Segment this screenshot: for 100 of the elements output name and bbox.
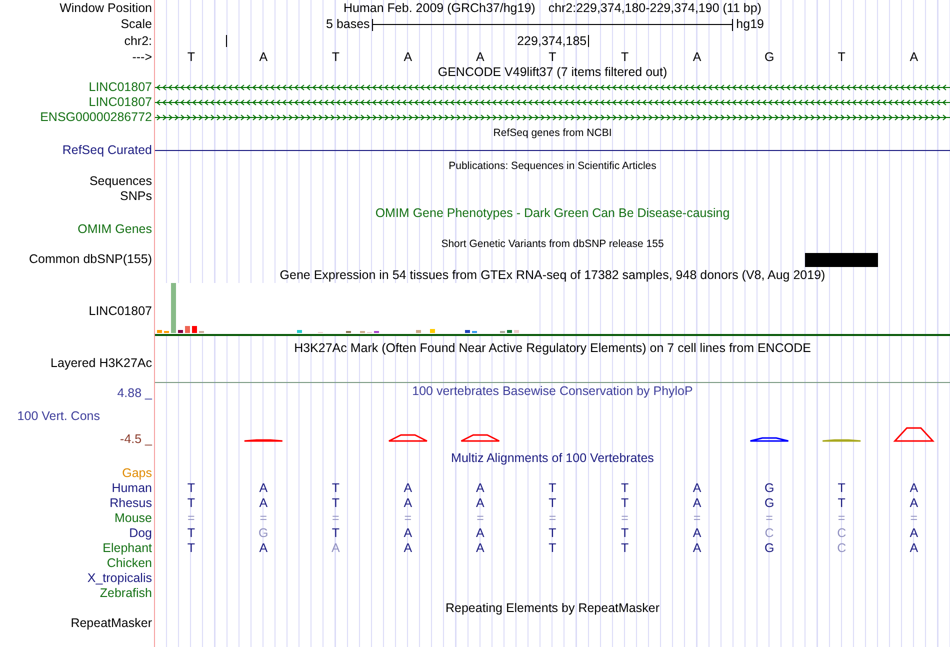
genomic-range: chr2:229,374,180-229,374,190 (11 bp) [548,0,762,16]
base-letter: T [186,50,196,64]
base-letter: = [186,511,196,526]
track-title: GENCODE V49lift37 (7 items filtered out) [438,65,668,80]
base-letter: A [402,481,414,496]
track-label[interactable]: RepeatMasker [70,616,152,631]
assembly-label: hg19 [735,17,765,32]
base-letter: A [908,481,920,496]
base-letter: T [620,481,630,496]
track-label[interactable]: Common dbSNP(155) [29,252,152,267]
species-label[interactable]: Mouse [114,511,152,526]
gene-label[interactable]: ENSG00000286772 [40,110,152,125]
base-letter: T [620,50,630,64]
species-label[interactable]: Elephant [102,541,152,556]
base-letter: A [402,526,414,541]
base-letter: T [620,496,630,511]
base-letter: T [548,481,558,496]
variant-bar[interactable] [805,252,878,266]
conservation-peak [750,437,790,442]
base-letter: = [331,511,340,526]
base-letter: A [402,50,414,64]
base-letter: T [330,496,340,511]
base-letter: A [475,496,486,511]
strand-label[interactable]: ---> [132,50,152,64]
base-letter: A [475,481,486,496]
track-title: Publications: Sequences in Scientific Articles [448,158,656,174]
track-title: OMIM Gene Phenotypes - Dark Green Can Be Disease-causing [375,206,730,221]
base-letter: T [186,526,196,541]
base-letter: T [836,50,846,64]
base-letter: A [908,50,920,64]
base-letter: = [403,511,413,526]
species-label[interactable]: X_tropicalis [87,571,152,586]
base-letter: A [258,50,269,64]
base-letter: A [402,541,414,556]
track-label[interactable]: 100 Vert. Cons [17,409,100,424]
gene-model[interactable] [155,100,950,106]
base-letter: = [764,511,774,526]
gene-model[interactable] [155,114,950,120]
base-letter: T [186,481,196,496]
base-letter: A [692,50,702,64]
track-label: Window Position [60,0,152,16]
base-letter: G [763,481,776,496]
expression-bar[interactable] [185,326,190,333]
tick-mark [226,35,228,47]
assembly-name: Human Feb. 2009 (GRCh37/hg19) [344,0,536,16]
gene-model[interactable] [155,84,950,90]
base-letter: = [258,511,268,526]
species-label[interactable]: Rhesus [110,496,152,511]
base-letter: T [836,496,846,511]
expression-bar[interactable] [507,330,512,333]
expression-bar[interactable] [171,283,176,333]
track-title: H3K27Ac Mark (Often Found Near Active Regulatory Elements) on 7 cell lines from ENCODE [294,341,811,356]
base-letter: T [186,496,196,511]
track-label[interactable]: OMIM Genes [78,222,152,236]
species-label[interactable]: Dog [129,526,152,541]
base-letter: T [620,541,630,556]
scale-length: 5 bases [325,17,371,32]
expression-bar[interactable] [514,330,519,333]
base-letter: = [476,511,485,526]
conservation-peak [460,434,500,442]
base-letter: C [764,526,775,541]
axis-min-label: -4.5 _ [120,432,152,447]
track-label[interactable]: Sequences [89,174,152,189]
track-title: Repeating Elements by RepeatMasker [445,601,660,616]
base-letter: A [258,541,269,556]
base-letter: A [908,541,920,556]
expression-bar[interactable] [178,330,183,333]
expression-bar[interactable] [192,326,197,333]
gene-label[interactable]: LINC01807 [88,304,152,318]
base-letter: = [548,511,558,526]
base-letter: A [692,526,702,541]
base-letter: = [620,511,630,526]
base-letter: T [548,50,558,64]
gene-label[interactable]: LINC01807 [88,80,152,95]
track-label[interactable]: Layered H3K27Ac [50,356,152,371]
track-title: 100 vertebrates Basewise Conservation by PhyloP [412,384,693,398]
track-label: chr2: [124,34,152,48]
track-label[interactable]: SNPs [120,189,152,204]
track-title: Gene Expression in 54 tissues from GTEx RNA-seq of 17382 samples, 948 donors (V8, Aug 2019) [280,268,826,282]
conservation-peak [893,427,935,442]
base-letter: A [475,526,486,541]
base-letter: A [258,496,269,511]
axis-max-label: 4.88 _ [117,386,152,401]
species-label[interactable]: Zebrafish [100,586,152,601]
base-letter: G [763,496,776,511]
base-letter: = [836,511,846,526]
expression-bar[interactable] [297,330,302,333]
base-letter: T [186,541,196,556]
expression-bar[interactable] [430,329,435,333]
base-letter: C [836,541,848,556]
gene-label[interactable]: LINC01807 [88,95,152,110]
expression-bar[interactable] [465,330,470,333]
species-label[interactable]: Human [112,481,152,496]
base-letter: G [763,50,776,64]
species-label[interactable]: Chicken [106,556,152,571]
expression-bar[interactable] [416,330,421,333]
base-letter: G [258,526,270,541]
track-title: Short Genetic Variants from dbSNP release 155 [441,237,664,252]
expression-bar[interactable] [157,330,162,333]
track-label[interactable]: RefSeq Curated [62,142,152,158]
